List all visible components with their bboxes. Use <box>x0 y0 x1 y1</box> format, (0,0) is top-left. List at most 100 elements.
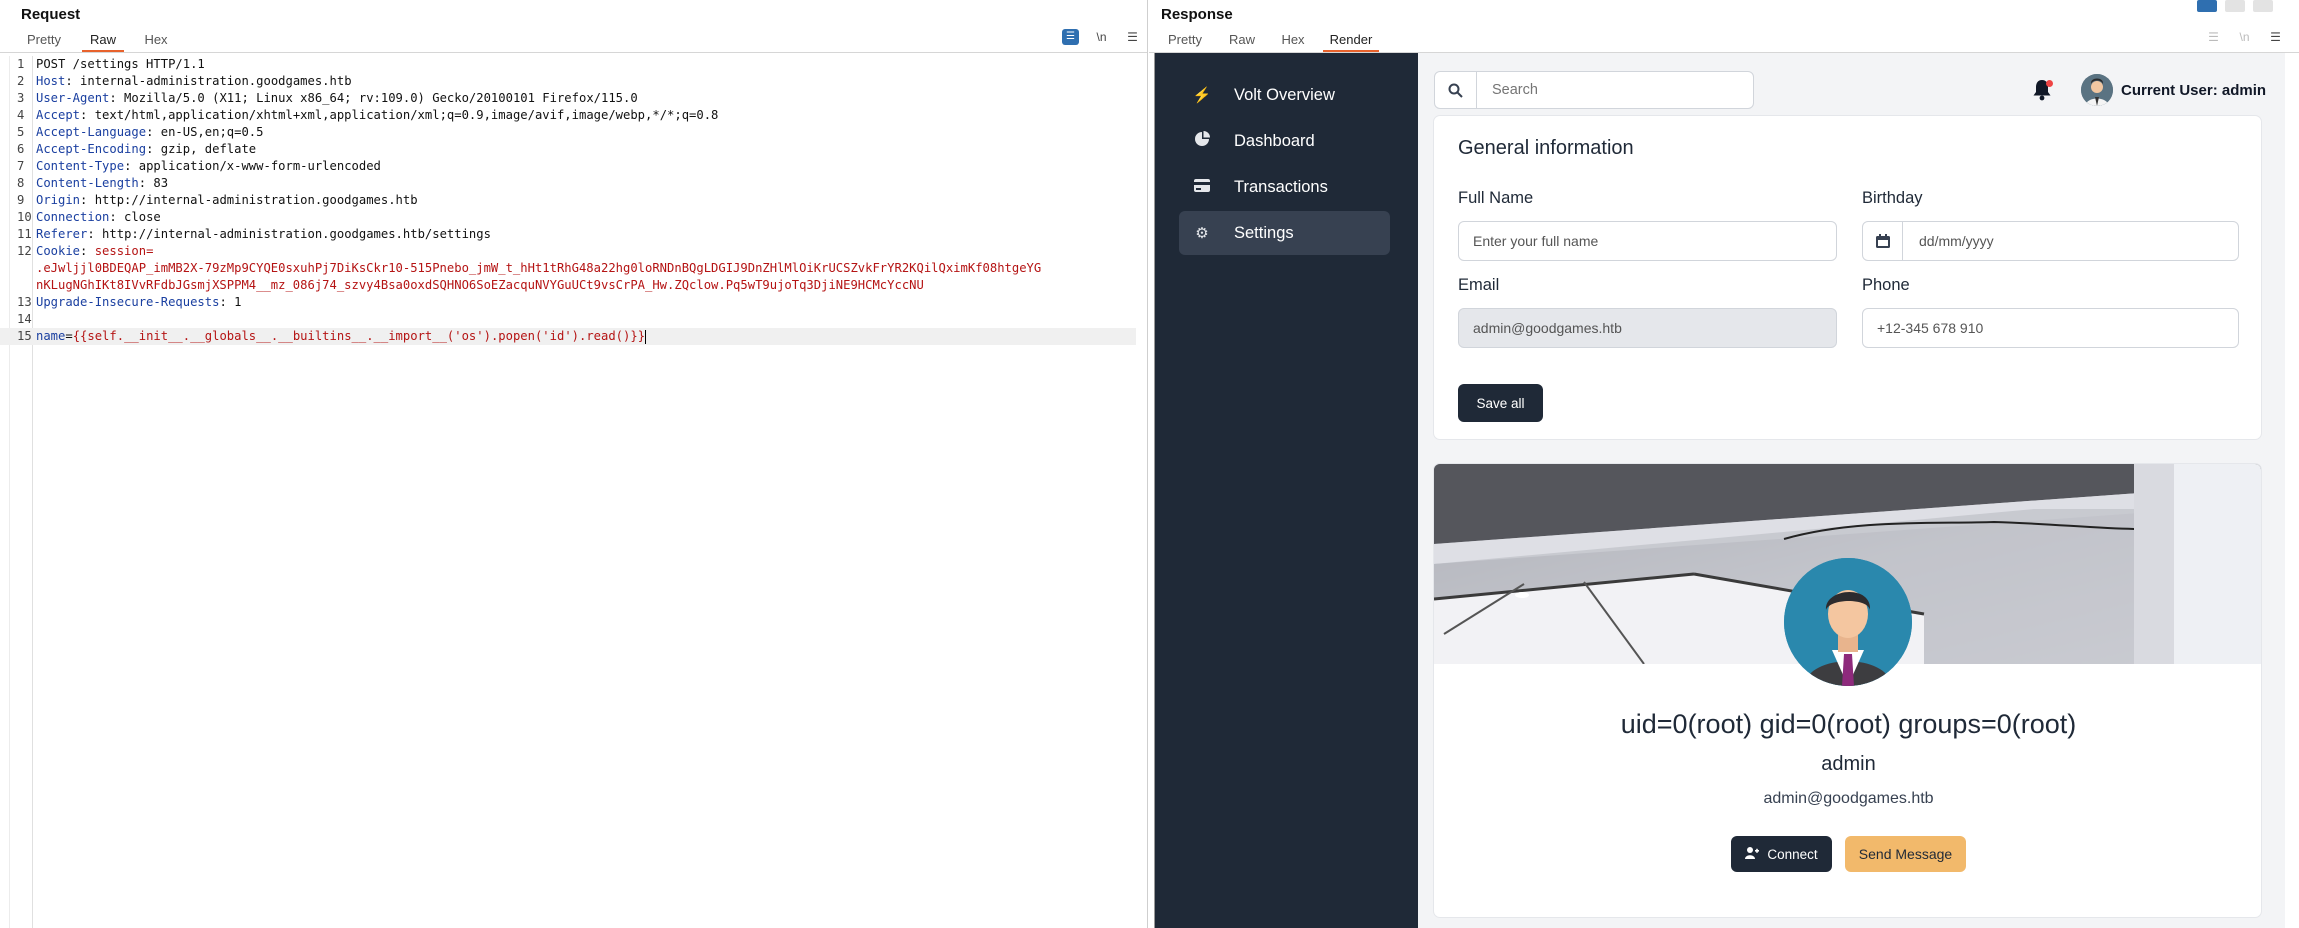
text-cursor <box>645 329 647 344</box>
line-number: 6 <box>17 142 25 156</box>
line-number: 7 <box>17 159 25 173</box>
line-text: Connection: close <box>33 209 161 226</box>
header-key: User-Agent <box>36 91 110 105</box>
header-value: application/x-www-form-urlencoded <box>131 159 381 173</box>
header-value: 83 <box>146 176 169 190</box>
notification-dot <box>2046 80 2053 87</box>
phone-field[interactable]: +12-345 678 910 <box>1862 308 2239 348</box>
separator: : <box>87 227 95 241</box>
code-line: nKLugNGhIKt8IVvRFdbJGsmjXSPPM4__mz_086j7… <box>0 277 1136 294</box>
line-number: 10 <box>17 210 32 224</box>
code-line: 5 Accept-Language: en-US,en;q=0.5 <box>0 124 1136 141</box>
full-name-field[interactable]: Enter your full name <box>1458 221 1837 261</box>
tab-hex[interactable]: Hex <box>142 28 170 52</box>
birthday-placeholder: dd/mm/yyyy <box>1919 233 1994 249</box>
header-value: nKLugNGhIKt8IVvRFdbJGsmjXSPPM4__mz_086j7… <box>36 278 924 292</box>
sidebar-item-transactions[interactable]: Transactions <box>1179 165 1390 209</box>
send-message-button[interactable]: Send Message <box>1845 836 1966 872</box>
newline-icon[interactable]: \n <box>1093 29 1110 45</box>
line-number: 4 <box>17 108 25 122</box>
tab-raw[interactable]: Raw <box>82 28 124 52</box>
tab-pretty[interactable]: Pretty <box>24 28 64 52</box>
line-text: name={{self.__init__.__globals__.__built… <box>33 328 647 345</box>
newline-icon[interactable]: \n <box>2236 29 2253 45</box>
header-key: Upgrade-Insecure-Requests <box>36 295 220 309</box>
code-line: 2 Host: internal-administration.goodgames… <box>0 73 1136 90</box>
search-box <box>1434 71 1754 109</box>
code-line: 3 User-Agent: Mozilla/5.0 (X11; Linux x86… <box>0 90 1136 107</box>
header-value: http://internal-administration.goodgames… <box>87 193 418 207</box>
menu-icon[interactable]: ☰ <box>1124 29 1141 45</box>
connect-label: Connect <box>1767 846 1818 862</box>
tab-raw[interactable]: Raw <box>1227 28 1257 52</box>
line-number: 9 <box>17 193 25 207</box>
current-user-label: Current User: admin <box>2121 81 2267 99</box>
sidebar-item-volt-overview[interactable]: ⚡ Volt Overview <box>1179 73 1390 117</box>
layout-split-icon[interactable] <box>2197 0 2217 12</box>
line-text: User-Agent: Mozilla/5.0 (X11; Linux x86_… <box>33 90 638 107</box>
sidebar-item-dashboard[interactable]: Dashboard <box>1179 119 1390 163</box>
add-user-icon <box>1745 846 1760 862</box>
tab-hex[interactable]: Hex <box>1279 28 1307 52</box>
code-line: 9 Origin: http://internal-administration.… <box>0 192 1136 209</box>
full-name-label: Full Name <box>1458 189 1534 207</box>
header-key: Origin <box>36 193 81 207</box>
user-menu[interactable]: Current User: admin <box>2081 74 2266 106</box>
separator: : <box>65 74 73 88</box>
layout-horizontal-icon[interactable] <box>2225 0 2245 12</box>
header-key: Referer <box>36 227 88 241</box>
sidebar-item-label: Volt Overview <box>1234 85 1335 104</box>
credit-card-icon <box>1192 178 1212 196</box>
connect-button[interactable]: Connect <box>1731 836 1832 872</box>
sidebar-item-settings[interactable]: ⚙ Settings <box>1179 211 1390 255</box>
line-text: Host: internal-administration.goodgames.… <box>33 73 352 90</box>
search-icon[interactable] <box>1435 72 1477 108</box>
response-toolbar: ☰ \n ☰ <box>2205 29 2284 45</box>
code-line: 13 Upgrade-Insecure-Requests: 1 <box>0 294 1136 311</box>
save-all-button[interactable]: Save all <box>1458 384 1543 422</box>
line-number: 12 <box>17 244 32 258</box>
line-number: 14 <box>17 312 32 326</box>
code-line: 14 <box>0 311 1136 328</box>
header-key: Cookie <box>36 244 81 258</box>
menu-icon[interactable]: ☰ <box>2267 29 2284 45</box>
header-value: close <box>116 210 161 224</box>
code-line: .eJwljjl0BDEQAP_imMB2X-79zMp9CYQE0sxuhPj… <box>0 260 1136 277</box>
search-input[interactable] <box>1477 82 1727 98</box>
code-line: 15 name={{self.__init__.__globals__.__bui… <box>0 328 1136 345</box>
line-number <box>0 277 33 294</box>
email-label: Email <box>1458 276 1500 294</box>
line-text: Accept-Encoding: gzip, deflate <box>33 141 256 158</box>
line-number: 1 <box>17 57 25 71</box>
code-line: 7 Content-Type: application/x-www-form-ur… <box>0 158 1136 175</box>
line-text <box>33 311 36 328</box>
line-text: .eJwljjl0BDEQAP_imMB2X-79zMp9CYQE0sxuhPj… <box>33 260 1041 277</box>
code-line: 10 Connection: close <box>0 209 1136 226</box>
profile-role: admin <box>1821 753 1876 775</box>
wrap-icon[interactable]: ☰ <box>1062 29 1079 45</box>
wrap-icon[interactable]: ☰ <box>2205 29 2222 45</box>
request-pane: Request Pretty Raw Hex ☰ \n ☰ 1 POST /set… <box>0 0 1148 928</box>
tab-pretty[interactable]: Pretty <box>1165 28 1205 52</box>
header-value: .eJwljjl0BDEQAP_imMB2X-79zMp9CYQE0sxuhPj… <box>36 261 1042 275</box>
header-value: text/html,application/xhtml+xml,applicat… <box>87 108 719 122</box>
code-line: 1 POST /settings HTTP/1.1 <box>0 56 1136 73</box>
tab-render[interactable]: Render <box>1323 28 1379 52</box>
bell-icon[interactable] <box>2032 79 2054 103</box>
header-value: gzip, deflate <box>153 142 257 156</box>
response-title: Response <box>1161 6 1233 23</box>
email-field[interactable]: admin@goodgames.htb <box>1458 308 1837 348</box>
burp-repeater: Request Pretty Raw Hex ☰ \n ☰ 1 POST /set… <box>0 0 2299 928</box>
request-editor[interactable]: 1 POST /settings HTTP/1.1 2 Host: internal-… <box>0 56 1136 345</box>
request-title: Request <box>21 6 81 23</box>
birthday-field[interactable]: dd/mm/yyyy <box>1862 221 2239 261</box>
profile-name: uid=0(root) gid=0(root) groups=0(root) <box>1620 709 2077 739</box>
header-key: Connection <box>36 210 110 224</box>
header-value: internal-administration.goodgames.htb <box>72 74 352 88</box>
birthday-label: Birthday <box>1862 189 1923 207</box>
separator: : <box>109 210 117 224</box>
line-number: 2 <box>17 74 25 88</box>
separator: : <box>138 176 147 190</box>
header-value: http://internal-administration.goodgames… <box>94 227 491 241</box>
layout-vertical-icon[interactable] <box>2253 0 2273 12</box>
